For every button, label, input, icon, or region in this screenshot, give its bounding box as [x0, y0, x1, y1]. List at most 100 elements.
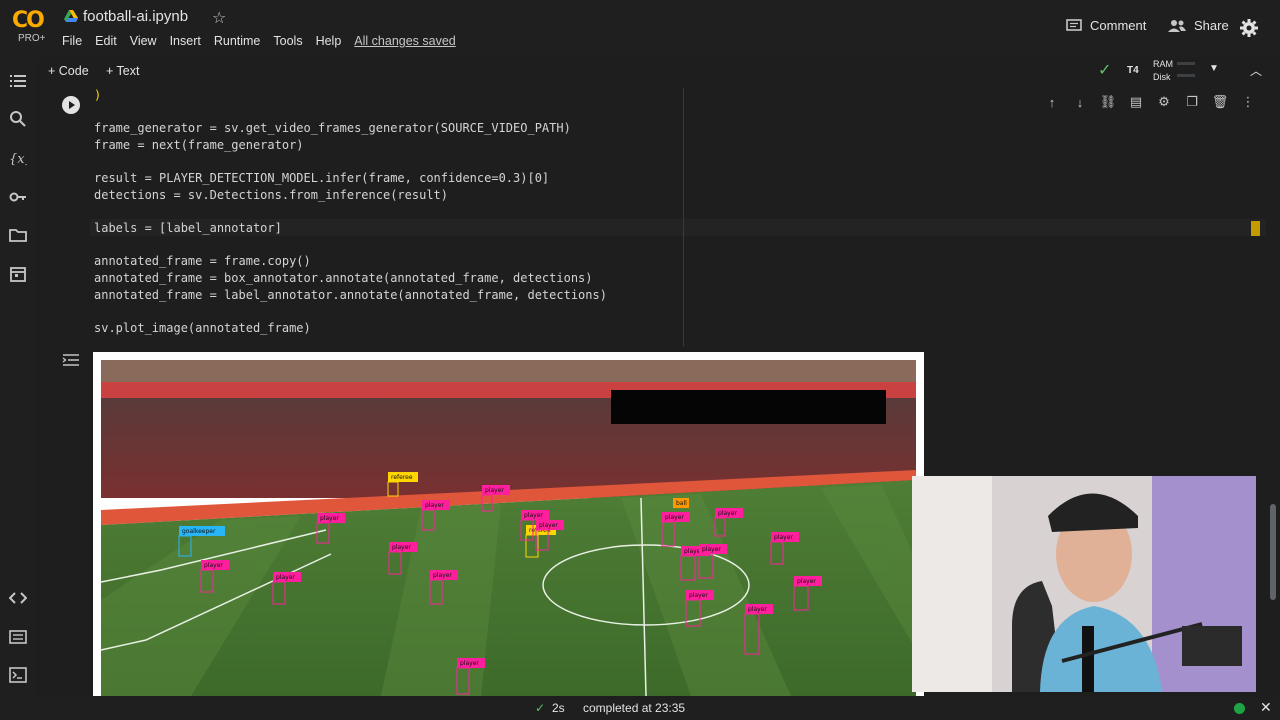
delete-icon[interactable]: 🗑	[1206, 92, 1234, 112]
scrollbar-thumb[interactable]	[1270, 504, 1276, 600]
code-snippets-icon[interactable]	[9, 589, 27, 607]
colab-logo[interactable]: CO PRO+	[12, 8, 52, 48]
svg-text:player: player	[748, 606, 767, 613]
comment-button[interactable]: Comment	[1066, 18, 1146, 33]
svg-text:player: player	[665, 514, 684, 521]
code-line-13: annotated_frame = label_annotator.annota…	[94, 288, 607, 302]
key-icon[interactable]	[9, 188, 27, 206]
code-line-9: labels = [label_annotator]	[94, 221, 282, 235]
svg-text:player: player	[524, 512, 543, 519]
cell-toolbar: ↑ ↓ ⛓ ▤ ⚙ ❐ 🗑 ⋮	[1038, 92, 1266, 112]
mirror-cell-icon[interactable]: ❐	[1178, 92, 1206, 112]
detection-ball: ball	[673, 498, 689, 508]
code-line-4: frame = next(frame_generator)	[94, 138, 304, 152]
menu-edit[interactable]: Edit	[95, 34, 117, 48]
command-palette-icon[interactable]	[9, 628, 27, 646]
people-icon	[1168, 19, 1186, 32]
scrollbar-marker	[1251, 221, 1260, 236]
close-icon[interactable]: ✕	[1260, 699, 1272, 716]
svg-text:player: player	[276, 574, 295, 581]
svg-text:player: player	[718, 510, 737, 517]
share-button[interactable]: Share	[1168, 18, 1229, 33]
more-options-icon[interactable]: ⋮	[1234, 92, 1262, 112]
star-icon[interactable]: ☆	[212, 8, 226, 28]
calendar-icon[interactable]	[9, 265, 27, 283]
ram-label: RAM	[1153, 59, 1173, 69]
code-cell[interactable]: ) frame_generator = sv.get_video_frames_…	[54, 88, 1266, 346]
svg-text:referee: referee	[391, 474, 413, 481]
settings-gear-icon[interactable]	[1240, 19, 1258, 37]
table-of-contents-icon[interactable]	[9, 72, 27, 90]
code-line-7: detections = sv.Detections.from_inferenc…	[94, 188, 449, 202]
menu-tools[interactable]: Tools	[273, 34, 302, 48]
notebook-title[interactable]: football-ai.ipynb	[83, 8, 188, 25]
notebook-toolbar: + Code + Text ✓ T4 RAM Disk ▼ ︿	[36, 58, 1280, 86]
ram-usage-bar	[1177, 62, 1195, 65]
menu-help[interactable]: Help	[316, 34, 342, 48]
svg-text:player: player	[433, 572, 452, 579]
svg-text:{x}: {x}	[9, 152, 27, 167]
logo-subtext: PRO+	[18, 33, 46, 44]
code-line-12: annotated_frame = box_annotator.annotate…	[94, 271, 593, 285]
connected-check-icon: ✓	[1098, 62, 1112, 79]
header-bar: CO PRO+ football-ai.ipynb ☆ File Edit Vi…	[0, 0, 1280, 58]
svg-text:player: player	[204, 562, 223, 569]
terminal-icon[interactable]	[9, 666, 27, 684]
cell-settings-icon[interactable]: ⚙	[1150, 92, 1178, 112]
drive-icon	[64, 10, 78, 22]
status-check-icon: ✓	[535, 701, 546, 715]
menu-file[interactable]: File	[62, 34, 82, 48]
redacted-block	[611, 390, 886, 424]
annotated-frame-image: goalkeeper referee referee ball player p…	[101, 360, 916, 696]
run-cell-button[interactable]	[62, 96, 80, 114]
folder-icon[interactable]	[9, 226, 27, 244]
resource-labels[interactable]: RAM Disk	[1153, 58, 1173, 84]
code-line-1: )	[94, 88, 102, 102]
line-length-ruler	[683, 88, 684, 346]
variables-icon[interactable]: {x}	[9, 149, 27, 167]
runtime-type[interactable]: T4	[1127, 65, 1139, 76]
menu-view[interactable]: View	[130, 34, 157, 48]
code-line-15: sv.plot_image(annotated_frame)	[94, 321, 311, 335]
svg-text:player: player	[689, 592, 708, 599]
comment-cell-icon[interactable]: ▤	[1122, 92, 1150, 112]
completion-status: completed at 23:35	[583, 701, 686, 715]
left-sidebar: {x}	[0, 58, 36, 698]
chevron-up-icon[interactable]: ︿	[1250, 62, 1262, 79]
share-label: Share	[1194, 18, 1229, 33]
disk-usage-bar	[1177, 74, 1195, 77]
svg-text:ball: ball	[676, 500, 687, 507]
move-up-icon[interactable]: ↑	[1038, 92, 1066, 112]
comment-icon	[1066, 18, 1082, 31]
svg-text:player: player	[320, 515, 339, 522]
menu-bar: File Edit View Insert Runtime Tools Help…	[62, 34, 469, 48]
link-icon[interactable]: ⛓	[1094, 92, 1122, 112]
status-bar: ✓ 2s completed at 23:35 ✕	[0, 698, 1280, 720]
svg-text:player: player	[485, 487, 504, 494]
move-down-icon[interactable]: ↓	[1066, 92, 1094, 112]
svg-text:player: player	[702, 546, 721, 553]
execution-time: 2s	[552, 701, 565, 715]
code-line-6: result = PLAYER_DETECTION_MODEL.infer(fr…	[94, 171, 550, 185]
add-code-button[interactable]: + Code	[48, 64, 89, 78]
webcam-overlay	[912, 476, 1256, 692]
svg-text:player: player	[774, 534, 793, 541]
svg-text:player: player	[392, 544, 411, 551]
runtime-dropdown-icon[interactable]: ▼	[1209, 63, 1219, 74]
logo-text: CO	[12, 8, 45, 33]
search-icon[interactable]	[9, 110, 27, 128]
svg-text:player: player	[539, 522, 558, 529]
add-text-button[interactable]: + Text	[106, 64, 139, 78]
output-image-frame: goalkeeper referee referee ball player p…	[93, 352, 924, 696]
svg-text:player: player	[460, 660, 479, 667]
svg-text:goalkeeper: goalkeeper	[182, 528, 216, 535]
code-line-3: frame_generator = sv.get_video_frames_ge…	[94, 121, 571, 135]
menu-runtime[interactable]: Runtime	[214, 34, 261, 48]
comment-label: Comment	[1090, 18, 1147, 33]
disk-label: Disk	[1153, 72, 1171, 82]
connection-status-dot	[1234, 703, 1245, 714]
output-menu-icon[interactable]	[62, 352, 80, 368]
save-status-link[interactable]: All changes saved	[354, 34, 455, 48]
menu-insert[interactable]: Insert	[170, 34, 201, 48]
svg-text:player: player	[425, 502, 444, 509]
